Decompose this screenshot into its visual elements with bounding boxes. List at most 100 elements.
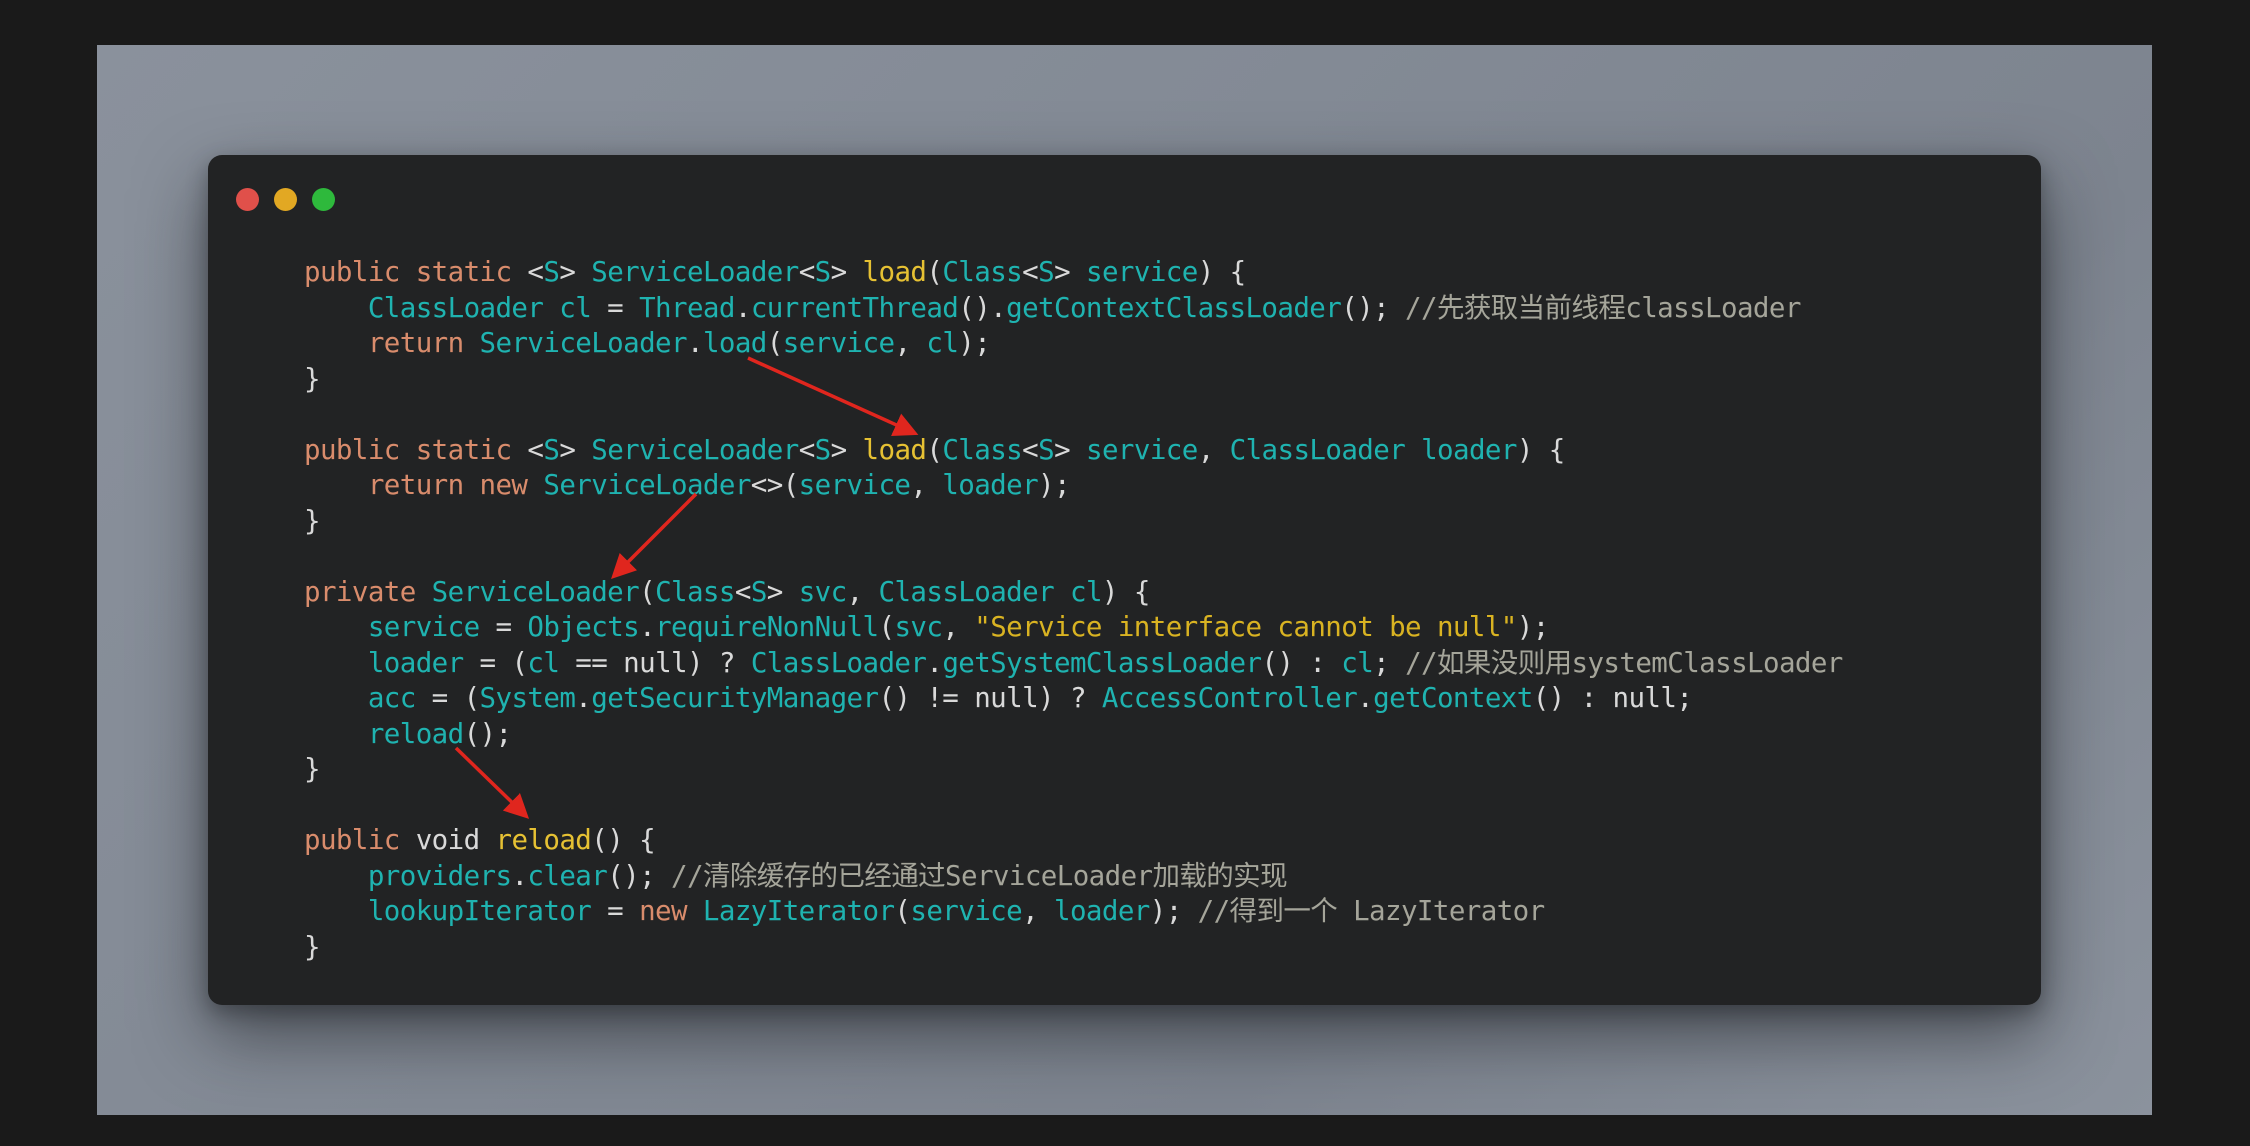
window-controls [236, 188, 335, 211]
code-token: ServiceLoader [543, 469, 751, 501]
code-token: service [910, 895, 1023, 927]
code-line: } [304, 752, 1843, 788]
code-token: loader [367, 646, 464, 679]
code-token: . [926, 646, 943, 679]
code-token: service [1086, 256, 1198, 288]
code-token: lookupIterator [367, 895, 592, 927]
code-token: Class [942, 256, 1023, 288]
code-token: < [734, 575, 752, 608]
code-token: = [591, 895, 640, 927]
code-token: > [559, 433, 592, 466]
code-line: ClassLoader cl = Thread.currentThread().… [304, 291, 1843, 327]
code-token: Objects [527, 611, 640, 643]
code-token: . [734, 291, 752, 324]
code-token: load [702, 327, 767, 359]
code-token: = ( [415, 682, 480, 714]
code-token: ( [639, 575, 656, 608]
code-token: (); [463, 717, 512, 750]
code-line: reload(); [304, 717, 1843, 753]
code-token: S [1038, 433, 1055, 466]
code-token: loader [942, 469, 1039, 501]
code-token: < [798, 256, 816, 288]
code-token: (); [607, 859, 672, 892]
code-line: public static <S> ServiceLoader<S> load(… [304, 255, 1843, 291]
code-comment: //如果没则用systemClassLoader [1405, 646, 1843, 679]
code-token: > [559, 256, 592, 288]
code-token: } [304, 504, 321, 537]
code-line: lookupIterator = new LazyIterator(servic… [304, 894, 1843, 930]
code-token: ); [1038, 469, 1071, 501]
code-token: . [575, 682, 592, 714]
code-token: ( [766, 327, 784, 359]
code-token: } [304, 362, 321, 395]
code-token: < [527, 256, 544, 288]
code-token: "Service interface cannot be null" [974, 611, 1517, 643]
code-token: ) { [1197, 256, 1246, 288]
code-token: ); [1516, 611, 1550, 643]
code-token: cl [926, 327, 959, 359]
code-line: service = Objects.requireNonNull(svc, "S… [304, 610, 1843, 646]
code-token: ); [1149, 895, 1198, 927]
code-comment: //先获取当前线程classLoader [1405, 291, 1801, 324]
code-token: ServiceLoader [431, 575, 640, 608]
code-token: reload [495, 824, 592, 856]
code-window: public static <S> ServiceLoader<S> load(… [208, 155, 2041, 1005]
code-token: ClassLoader cl [878, 575, 1103, 608]
code-token: ( [894, 895, 911, 927]
code-token: getSystemClassLoader [942, 646, 1262, 679]
code-token: service [1086, 433, 1198, 466]
code-token: == null) ? [559, 646, 751, 679]
code-token: svc [798, 575, 847, 608]
code-token: = [591, 291, 640, 324]
code-token: S [814, 256, 832, 288]
code-token: clear [527, 859, 608, 892]
code-token: service [782, 327, 895, 359]
code-token: () : [1261, 646, 1342, 679]
code-comment: //清除缓存的已经通过ServiceLoader加载的实现 [671, 859, 1288, 892]
code-token: acc [367, 682, 416, 714]
code-token: (); [1341, 291, 1406, 324]
code-token: public static [304, 433, 528, 466]
code-token: loader [1054, 895, 1150, 927]
code-token: service [798, 469, 911, 501]
code-token: LazyIterator [702, 895, 895, 927]
code-token: ClassLoader loader [1229, 433, 1518, 466]
minimize-dot-icon[interactable] [274, 188, 297, 211]
code-token: S [750, 575, 768, 608]
code-token: service [367, 611, 480, 643]
code-token: new [639, 895, 703, 927]
code-line: public void reload() { [304, 823, 1843, 859]
code-line: } [304, 362, 1843, 398]
code-token: ; [1373, 646, 1406, 679]
code-token: getContextClassLoader [1006, 291, 1342, 324]
close-dot-icon[interactable] [236, 188, 259, 211]
code-token: ServiceLoader [591, 433, 799, 466]
code-token: S [1038, 256, 1055, 288]
code-token: ServiceLoader [591, 256, 799, 288]
code-token: getContext [1373, 682, 1533, 714]
code-token: ) { [1101, 575, 1150, 608]
code-token: > [1054, 433, 1086, 466]
code-line: return new ServiceLoader<>(service, load… [304, 468, 1843, 504]
code-token: ( [926, 433, 943, 466]
code-token: < [798, 433, 816, 466]
code-line: acc = (System.getSecurityManager() != nu… [304, 681, 1843, 717]
code-line: providers.clear(); //清除缓存的已经通过ServiceLoa… [304, 859, 1843, 895]
code-token: . [686, 327, 704, 359]
code-token: > [830, 433, 863, 466]
code-token: load [862, 433, 927, 466]
code-token: () { [591, 824, 656, 856]
code-token: cl [1341, 646, 1374, 679]
code-line: } [304, 504, 1843, 540]
code-token: public static [304, 256, 528, 288]
maximize-dot-icon[interactable] [312, 188, 335, 211]
code-line: loader = (cl == null) ? ClassLoader.getS… [304, 646, 1844, 682]
code-token: . [639, 611, 656, 643]
code-token: ); [958, 327, 991, 359]
